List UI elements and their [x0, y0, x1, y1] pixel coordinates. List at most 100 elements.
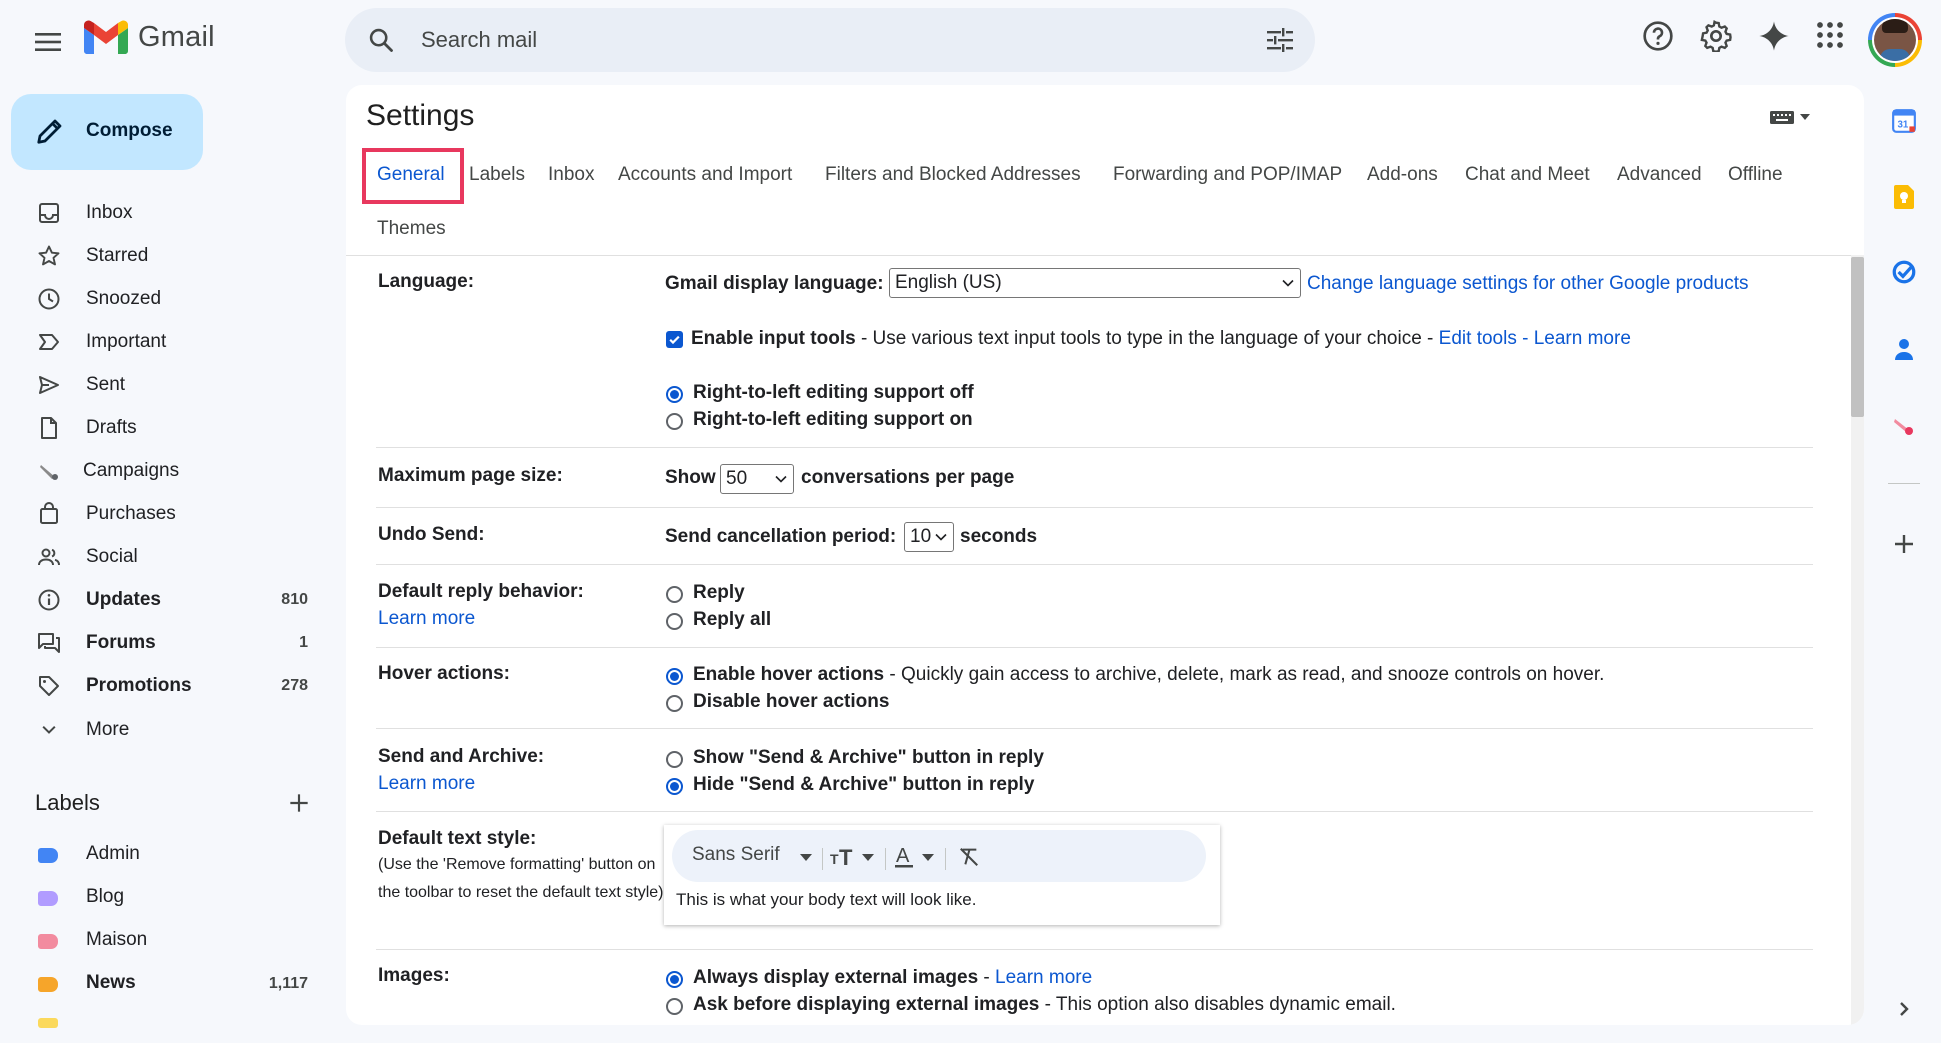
contacts-icon[interactable]: [1890, 335, 1918, 363]
send-archive-learn-more-link[interactable]: Learn more: [378, 773, 475, 795]
search-icon[interactable]: [367, 26, 395, 54]
sidebar-item-inbox[interactable]: Inbox: [0, 191, 330, 234]
forum-icon: [36, 630, 62, 656]
search-input[interactable]: [419, 20, 1179, 60]
main-menu-icon[interactable]: [28, 22, 68, 62]
account-avatar[interactable]: [1868, 13, 1922, 67]
expand-panel-chevron-icon[interactable]: [1890, 995, 1918, 1023]
get-addons-plus-icon[interactable]: [1890, 530, 1918, 558]
hide-send-archive-label: Hide "Send & Archive" button in reply: [693, 774, 1035, 795]
page-size-value: 50: [726, 468, 748, 489]
addon-icon[interactable]: [1890, 412, 1918, 440]
sidebar-item-starred[interactable]: Starred: [0, 234, 330, 277]
enable-hover-desc: - Quickly gain access to archive, delete…: [884, 664, 1605, 685]
tab-themes[interactable]: Themes: [377, 218, 446, 240]
label-name: Admin: [86, 843, 140, 864]
unread-count: 810: [281, 590, 308, 608]
reply-radio[interactable]: [666, 586, 683, 603]
sidebar-item-snoozed[interactable]: Snoozed: [0, 277, 330, 320]
label-maison[interactable]: Maison: [0, 919, 330, 962]
enable-input-tools-checkbox[interactable]: [666, 331, 683, 348]
tab-add-ons[interactable]: Add-ons: [1367, 164, 1438, 186]
ask-before-images-row: Ask before displaying external images - …: [693, 994, 1396, 1016]
show-send-archive-label: Show "Send & Archive" button in reply: [693, 747, 1044, 768]
label-news[interactable]: News 1,117: [0, 962, 330, 1005]
tab-filters-and-blocked-addresses[interactable]: Filters and Blocked Addresses: [825, 164, 1081, 186]
text-style-preview[interactable]: This is what your body text will look li…: [676, 890, 976, 910]
label-admin[interactable]: Admin: [0, 833, 330, 876]
sidebar-item-drafts[interactable]: Drafts: [0, 406, 330, 449]
draft-icon: [36, 415, 62, 441]
input-tools-desc: - Use various text input tools to type i…: [855, 328, 1439, 349]
hide-send-archive-radio[interactable]: [666, 778, 683, 795]
info-icon: [36, 587, 62, 613]
sidebar-item-label: Inbox: [86, 201, 133, 223]
tab-offline[interactable]: Offline: [1728, 164, 1783, 186]
change-language-link[interactable]: Change language settings for other Googl…: [1307, 273, 1749, 295]
search-bar[interactable]: [345, 8, 1315, 72]
sidebar-item-campaigns[interactable]: Campaigns: [0, 449, 330, 492]
tasks-icon[interactable]: [1890, 258, 1918, 286]
font-size-icon[interactable]: TT: [830, 844, 876, 868]
scrollbar-thumb[interactable]: [1851, 257, 1864, 417]
text-color-icon[interactable]: A: [894, 843, 938, 869]
always-display-images-radio[interactable]: [666, 971, 683, 988]
reply-all-radio[interactable]: [666, 613, 683, 630]
sidebar-item-forums[interactable]: Forums 1: [0, 621, 330, 664]
sidebar-item-sent[interactable]: Sent: [0, 363, 330, 406]
cancellation-period-select[interactable]: 10: [904, 522, 954, 552]
toolbar-divider: [885, 848, 886, 870]
rtl-off-radio[interactable]: [666, 386, 683, 403]
font-dropdown-arrow-icon[interactable]: [800, 854, 812, 861]
sidebar-item-label: More: [86, 718, 130, 740]
svg-text:A: A: [896, 845, 910, 867]
apps-grid-icon[interactable]: [1815, 20, 1845, 55]
tab-advanced[interactable]: Advanced: [1617, 164, 1702, 186]
settings-gear-icon[interactable]: [1700, 20, 1732, 57]
label-name: Maison: [86, 929, 148, 950]
tab-accounts-and-import[interactable]: Accounts and Import: [618, 164, 792, 186]
search-options-icon[interactable]: [1267, 28, 1293, 52]
tab-general[interactable]: General: [377, 164, 445, 186]
sidebar-item-promotions[interactable]: Promotions 278: [0, 664, 330, 707]
gemini-sparkle-icon[interactable]: [1758, 20, 1790, 57]
ask-before-images-radio[interactable]: [666, 998, 683, 1015]
display-language-select[interactable]: English (US): [889, 268, 1301, 298]
sidebar-item-important[interactable]: Important: [0, 320, 330, 363]
disable-hover-radio[interactable]: [666, 695, 683, 712]
edit-tools-link[interactable]: Edit tools: [1439, 328, 1517, 349]
calendar-icon[interactable]: 31: [1890, 107, 1918, 135]
enable-hover-radio[interactable]: [666, 668, 683, 685]
row-divider: [376, 647, 1813, 648]
help-icon[interactable]: [1642, 20, 1674, 57]
label-blog[interactable]: Blog: [0, 876, 330, 919]
sidebar-item-purchases[interactable]: Purchases: [0, 492, 330, 535]
gmail-logo[interactable]: Gmail: [84, 20, 215, 54]
page-size-show: Show: [665, 467, 716, 488]
images-learn-more-link[interactable]: Learn more: [995, 967, 1092, 988]
add-label-icon[interactable]: [286, 790, 312, 821]
reply-learn-more-link[interactable]: Learn more: [378, 608, 475, 630]
page-size-select[interactable]: 50: [720, 464, 794, 494]
tab-forwarding-pop-imap[interactable]: Forwarding and POP/IMAP: [1113, 164, 1342, 186]
tab-chat-and-meet[interactable]: Chat and Meet: [1465, 164, 1590, 186]
learn-more-link[interactable]: Learn more: [1534, 328, 1631, 349]
compose-button[interactable]: Compose: [11, 94, 203, 170]
tab-labels[interactable]: Labels: [469, 164, 525, 186]
chevron-down-icon: [775, 475, 787, 483]
rtl-off-label: Right-to-left editing support off: [693, 382, 974, 403]
input-tools-toggle[interactable]: [1770, 109, 1810, 125]
rtl-on-radio[interactable]: [666, 413, 683, 430]
font-family-select[interactable]: Sans Serif: [692, 844, 780, 866]
remove-formatting-icon[interactable]: [958, 846, 980, 868]
sidebar-item-label: Forums: [86, 631, 156, 653]
important-icon: [36, 329, 62, 355]
sidebar-item-updates[interactable]: Updates 810: [0, 578, 330, 621]
keep-icon[interactable]: [1890, 183, 1918, 211]
show-send-archive-radio[interactable]: [666, 751, 683, 768]
sidebar-item-label: Important: [86, 330, 167, 352]
images-label: Images:: [378, 965, 450, 986]
sidebar-item-social[interactable]: Social: [0, 535, 330, 578]
sidebar-item-more[interactable]: More: [0, 708, 330, 751]
tab-inbox[interactable]: Inbox: [548, 164, 594, 186]
